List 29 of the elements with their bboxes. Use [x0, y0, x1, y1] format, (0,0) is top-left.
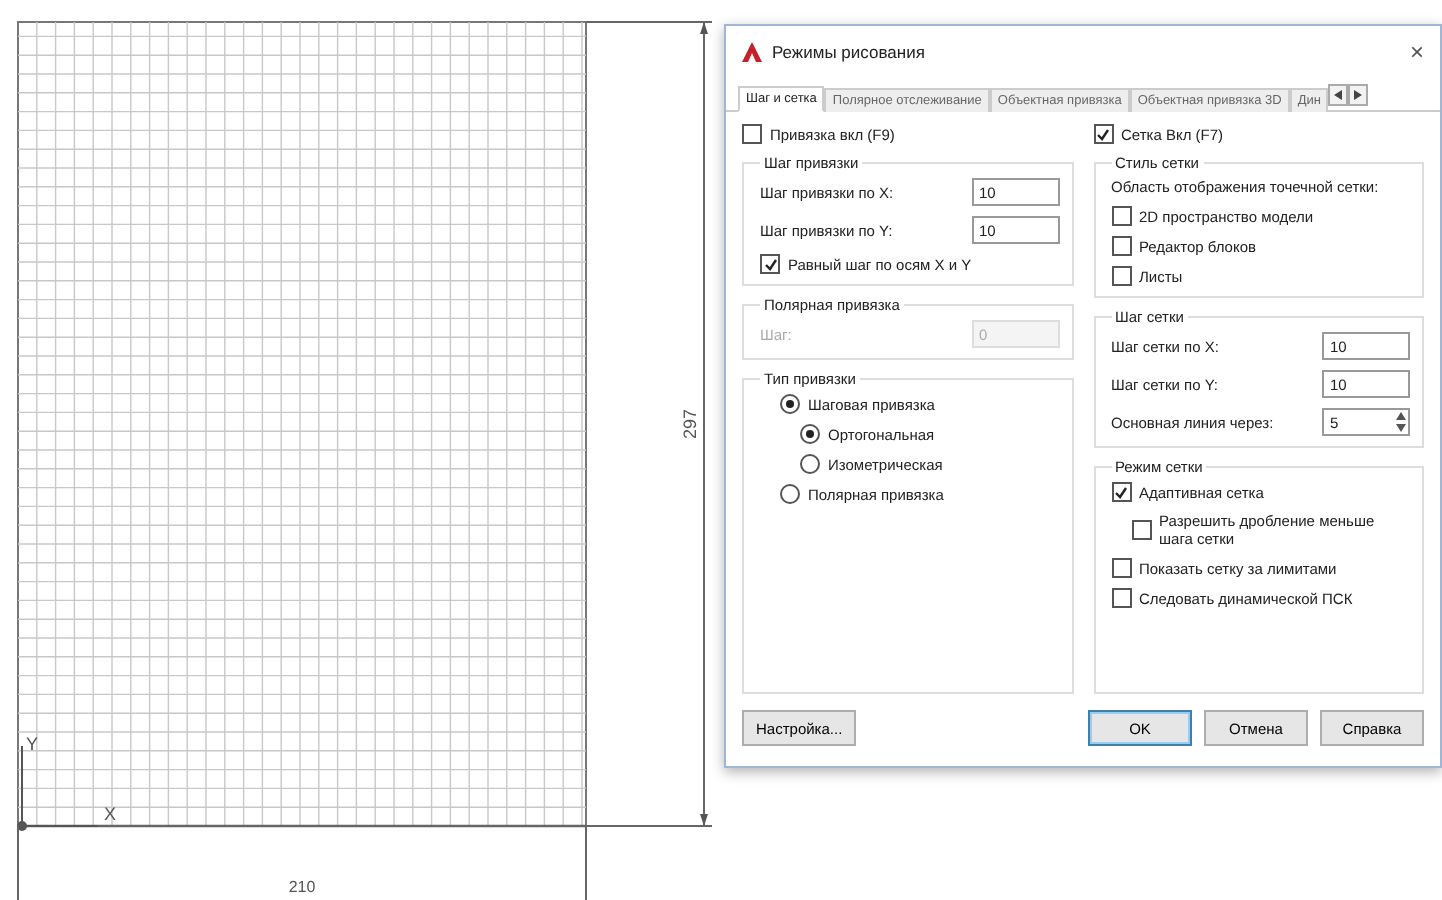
axis-label: X — [104, 804, 117, 824]
axis-label: Y — [26, 734, 39, 754]
left-triangle-icon — [1334, 90, 1343, 100]
checkbox[interactable] — [1111, 482, 1131, 502]
radio-button[interactable] — [780, 394, 800, 414]
checkbox[interactable] — [1111, 236, 1131, 256]
right-triangle-icon — [1354, 90, 1363, 100]
check-icon — [1114, 485, 1128, 499]
dimension-text: 297 — [680, 408, 700, 440]
spinner-arrows-icon — [1394, 410, 1408, 434]
checkbox[interactable] — [1111, 588, 1131, 608]
close-button[interactable]: × — [1409, 38, 1424, 66]
scroll-right-button[interactable] — [1348, 84, 1369, 106]
dialog-title: Режимы рисования — [772, 42, 927, 62]
radio-button[interactable] — [800, 454, 820, 474]
radio-button[interactable] — [800, 424, 820, 444]
app-logo-icon — [742, 42, 762, 62]
checkbox[interactable] — [1111, 206, 1131, 226]
radio-button[interactable] — [780, 484, 800, 504]
checkbox[interactable] — [760, 254, 780, 274]
checkbox[interactable] — [1111, 558, 1131, 578]
check-icon — [1096, 127, 1110, 141]
dimension-text: 210 — [288, 878, 316, 896]
scroll-left-button[interactable] — [1328, 84, 1349, 106]
checkbox[interactable] — [1111, 266, 1131, 286]
checkbox[interactable] — [1131, 520, 1151, 540]
checkbox[interactable] — [1093, 124, 1113, 144]
checkbox[interactable] — [742, 124, 762, 144]
check-icon — [763, 257, 777, 271]
